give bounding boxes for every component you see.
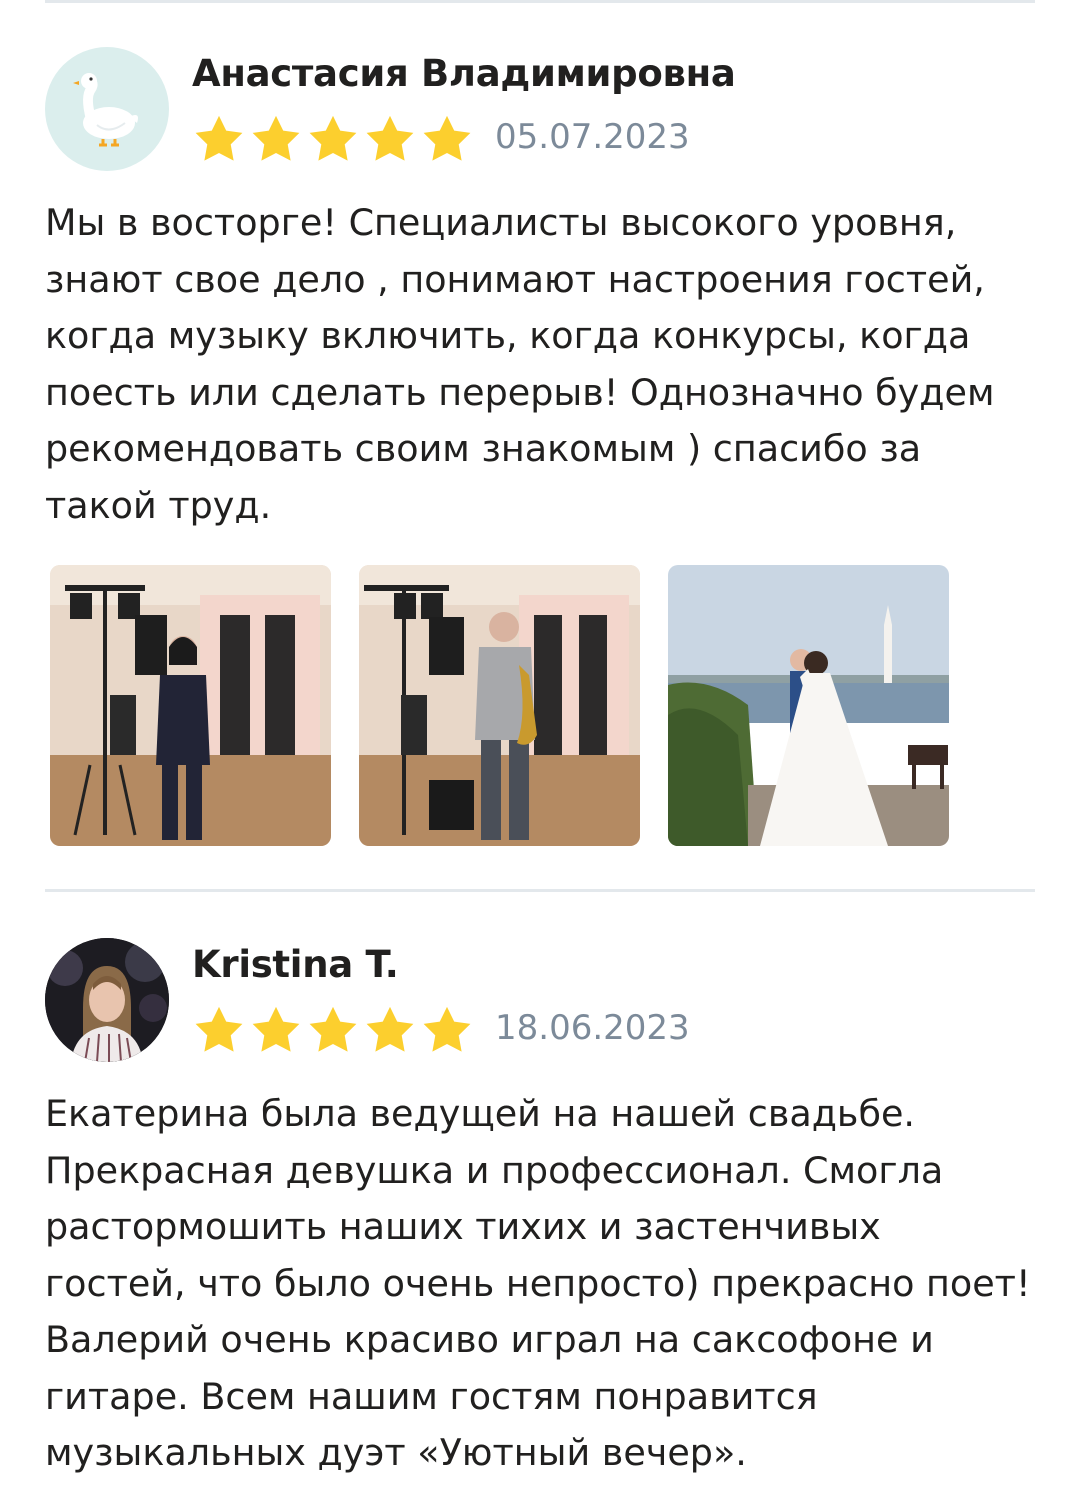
- review-photos: [50, 565, 949, 846]
- star-icon: [309, 115, 357, 161]
- star-icon: [366, 1006, 414, 1052]
- star-icon: [252, 115, 300, 161]
- rating-stars: [192, 1004, 474, 1056]
- review-card: Kristina T. 18.06.2023 Екатерина была ве…: [45, 938, 1035, 1498]
- author-name[interactable]: Анастасия Владимировна: [192, 52, 736, 95]
- avatar[interactable]: [45, 47, 169, 171]
- review-card: Анастасия Владимировна 05.07.2023 Мы в в…: [45, 47, 1035, 847]
- divider: [45, 889, 1035, 892]
- review-photo[interactable]: [359, 565, 640, 846]
- review-photo[interactable]: [50, 565, 331, 846]
- star-icon: [195, 115, 243, 161]
- rating-stars: [192, 113, 474, 165]
- star-icon: [423, 115, 471, 161]
- avatar[interactable]: [45, 938, 169, 1062]
- star-icon: [423, 1006, 471, 1052]
- reviews-feed: Анастасия Владимировна 05.07.2023 Мы в в…: [0, 0, 1080, 1507]
- star-icon: [252, 1006, 300, 1052]
- goose-icon: [73, 73, 138, 147]
- review-text: Мы в восторге! Специалисты высокого уров…: [45, 201, 995, 527]
- review-text: Екатерина была ведущей на нашей свадьбе.…: [45, 1092, 1031, 1474]
- review-date: 18.06.2023: [495, 1008, 690, 1048]
- review-photo[interactable]: [668, 565, 949, 846]
- user-photo-avatar: [45, 938, 169, 1062]
- author-name[interactable]: Kristina T.: [192, 943, 399, 986]
- star-icon: [195, 1006, 243, 1052]
- review-date: 05.07.2023: [495, 117, 690, 157]
- star-icon: [309, 1006, 357, 1052]
- star-icon: [366, 115, 414, 161]
- divider: [45, 0, 1035, 3]
